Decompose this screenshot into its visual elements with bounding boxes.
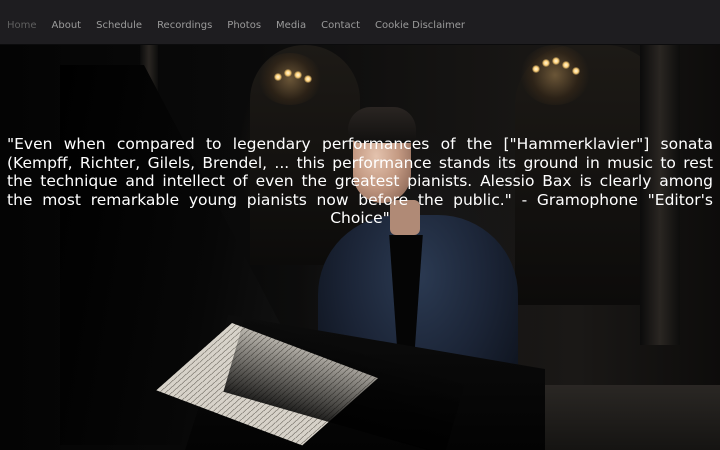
nav-link-photos[interactable]: Photos	[227, 20, 261, 31]
nav-link-media[interactable]: Media	[276, 20, 306, 31]
nav-link-schedule[interactable]: Schedule	[96, 20, 142, 31]
nav-link-recordings[interactable]: Recordings	[157, 20, 212, 31]
top-navbar: Home About Schedule Recordings Photos Me…	[0, 0, 720, 45]
nav-link-cookie-disclaimer[interactable]: Cookie Disclaimer	[375, 20, 465, 31]
nav-list: Home About Schedule Recordings Photos Me…	[0, 0, 720, 44]
nav-link-contact[interactable]: Contact	[321, 20, 360, 31]
hero-photo	[0, 45, 720, 450]
floor	[520, 385, 720, 450]
nav-link-home[interactable]: Home	[7, 20, 37, 31]
nav-link-about[interactable]: About	[52, 20, 82, 31]
review-quote: "Even when compared to legendary perform…	[7, 135, 713, 227]
